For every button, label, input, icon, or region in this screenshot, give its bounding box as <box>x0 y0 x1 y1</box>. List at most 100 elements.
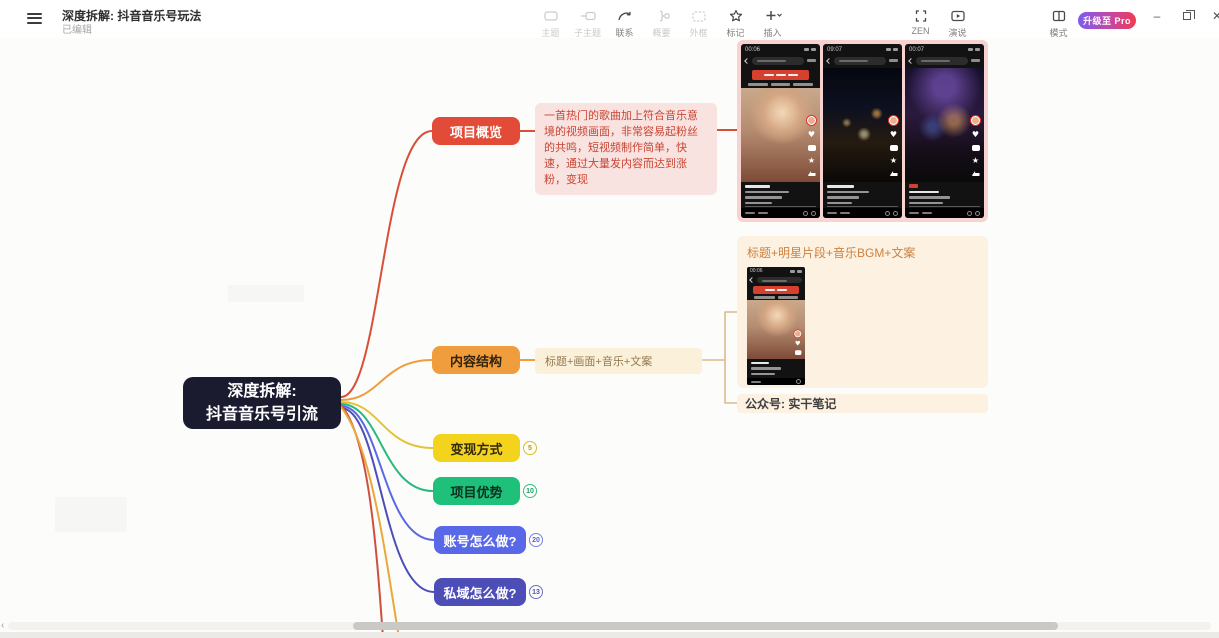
search-label-placeholder <box>807 59 816 62</box>
phone-bottom-bar <box>741 208 820 218</box>
back-icon <box>826 58 832 64</box>
phone-status-bar: 00:07 <box>909 46 980 53</box>
toolbar-topic-button[interactable]: 主题 <box>532 0 569 38</box>
toolbar-relation-button[interactable]: 联系 <box>606 0 643 38</box>
favorite-icon: ★ <box>890 157 897 165</box>
app-window: 深度拆解: 抖音音乐号玩法 已编辑 主题 子主题 联系 概 <box>0 0 1219 638</box>
phone-screenshot-detail[interactable]: 00:06 ♥ <box>747 267 805 385</box>
scroll-left-arrow[interactable]: ‹ <box>1 620 4 631</box>
boundary-icon <box>690 8 708 24</box>
phone-screenshot-1[interactable]: 00:06 ♥ ★ <box>741 44 820 218</box>
screenshot-card[interactable]: 00:06 ♥ ★ <box>737 40 988 222</box>
phone-screenshot-3[interactable]: 00:07 ♥ ★ <box>905 44 984 218</box>
root-topic-line2: 抖音音乐号引流 <box>206 403 318 426</box>
window-minimize-button[interactable]: – <box>1146 6 1168 26</box>
mindmap-canvas[interactable]: 深度拆解: 抖音音乐号引流 项目概览 内容结构 变现方式 项目优势 账号怎么做?… <box>0 38 1219 638</box>
comment-icon <box>795 350 801 355</box>
caption-lines <box>909 184 955 205</box>
like-icon: ♥ <box>795 341 801 347</box>
phone-bottom-bar <box>905 208 984 218</box>
toolbar-insert-button[interactable]: 插入 <box>754 0 791 38</box>
phone-status-bar: 00:06 <box>750 268 802 275</box>
phone-screenshot-2[interactable]: 09:07 ♥ ★ <box>823 44 902 218</box>
phone-search-bar <box>909 56 980 65</box>
search-pill <box>834 57 886 65</box>
caption-lines <box>745 185 791 204</box>
video-title-banner <box>753 286 799 294</box>
topic-project-overview[interactable]: 项目概览 <box>432 117 520 145</box>
watermark <box>55 497 127 532</box>
topic-content-structure[interactable]: 内容结构 <box>432 346 520 374</box>
phone-bottom-bar <box>747 378 805 385</box>
engagement-column: ♥ ★ <box>805 116 818 176</box>
toolbar-mode-group: 模式 <box>1040 0 1077 38</box>
share-icon <box>972 171 980 176</box>
toolbar-summary-button[interactable]: 概要 <box>643 0 680 38</box>
collapse-badge-private-domain[interactable]: 13 <box>529 585 543 599</box>
topic-private-domain-howto[interactable]: 私域怎么做? <box>434 578 526 606</box>
text-placeholder <box>754 296 798 299</box>
search-label-placeholder <box>971 59 980 62</box>
comment-icon <box>890 145 898 151</box>
window-bottom-edge <box>0 632 1219 638</box>
titlebar: 深度拆解: 抖音音乐号玩法 已编辑 主题 子主题 联系 概 <box>0 0 1219 38</box>
phone-search-bar <box>750 276 802 283</box>
topic-account-howto[interactable]: 账号怎么做? <box>434 526 526 554</box>
progress-bar <box>745 206 816 207</box>
collapse-badge-monetization[interactable]: 5 <box>523 441 537 455</box>
text-placeholder <box>748 83 813 86</box>
present-button[interactable]: 演说 <box>939 0 976 38</box>
collapse-badge-advantages[interactable]: 10 <box>523 484 537 498</box>
collapse-badge-account[interactable]: 20 <box>529 533 543 547</box>
plus-icon <box>763 8 783 24</box>
horizontal-scrollbar[interactable] <box>8 622 1211 630</box>
signal-icons <box>790 270 802 273</box>
subtopic-icon <box>579 8 597 24</box>
caption-red-tag <box>909 184 918 188</box>
root-topic[interactable]: 深度拆解: 抖音音乐号引流 <box>183 377 341 429</box>
window-close-button[interactable]: ✕ <box>1206 6 1219 26</box>
toolbar-subtopic-button[interactable]: 子主题 <box>569 0 606 38</box>
phone-status-bar: 00:06 <box>745 46 816 53</box>
note-official-account[interactable]: 公众号: 实干笔记 <box>737 394 988 413</box>
root-topic-line1: 深度拆解: <box>227 380 296 403</box>
progress-bar <box>827 206 898 207</box>
comment-icon <box>808 145 816 151</box>
like-icon: ♥ <box>808 131 815 139</box>
favorite-icon: ★ <box>972 157 979 165</box>
toolbar-marker-button[interactable]: 标记 <box>717 0 754 38</box>
back-icon <box>908 58 914 64</box>
phone-bottom-bar <box>823 208 902 218</box>
mode-button[interactable]: 模式 <box>1040 0 1077 38</box>
engagement-column: ♥ ★ <box>969 116 982 176</box>
scrollbar-thumb[interactable] <box>353 622 1058 630</box>
avatar <box>794 330 801 337</box>
search-pill <box>916 57 968 65</box>
topic-monetization[interactable]: 变现方式 <box>433 434 520 462</box>
search-label-placeholder <box>889 59 898 62</box>
connector-lines <box>0 0 1219 638</box>
favorite-icon: ★ <box>808 157 815 165</box>
video-title-banner <box>752 70 809 80</box>
back-icon <box>744 58 750 64</box>
engagement-column: ♥ ★ <box>887 116 900 176</box>
content-structure-detail-card[interactable]: 标题+明星片段+音乐BGM+文案 00:06 ♥ <box>737 236 988 388</box>
engagement-column: ♥ <box>793 330 803 355</box>
note-content-structure[interactable]: 标题+画面+音乐+文案 <box>535 348 702 374</box>
split-view-icon <box>1050 8 1068 24</box>
search-pill <box>752 57 804 65</box>
watermark <box>228 285 304 302</box>
signal-icons <box>968 48 980 51</box>
progress-bar <box>909 206 980 207</box>
document-status: 已编辑 <box>62 21 92 36</box>
zen-mode-button[interactable]: ZEN <box>902 0 939 38</box>
upgrade-pro-button[interactable]: 升级至 Pro <box>1078 12 1136 29</box>
menu-icon[interactable] <box>27 13 42 24</box>
window-restore-button[interactable] <box>1176 6 1198 26</box>
share-icon <box>890 171 898 176</box>
topic-project-advantages[interactable]: 项目优势 <box>433 477 520 505</box>
like-icon: ♥ <box>972 131 979 139</box>
toolbar-boundary-button[interactable]: 外框 <box>680 0 717 38</box>
note-project-overview[interactable]: 一首热门的歌曲加上符合音乐意境的视频画面，非常容易起粉丝的共鸣，短视频制作简单，… <box>535 103 717 195</box>
avatar <box>807 116 816 125</box>
